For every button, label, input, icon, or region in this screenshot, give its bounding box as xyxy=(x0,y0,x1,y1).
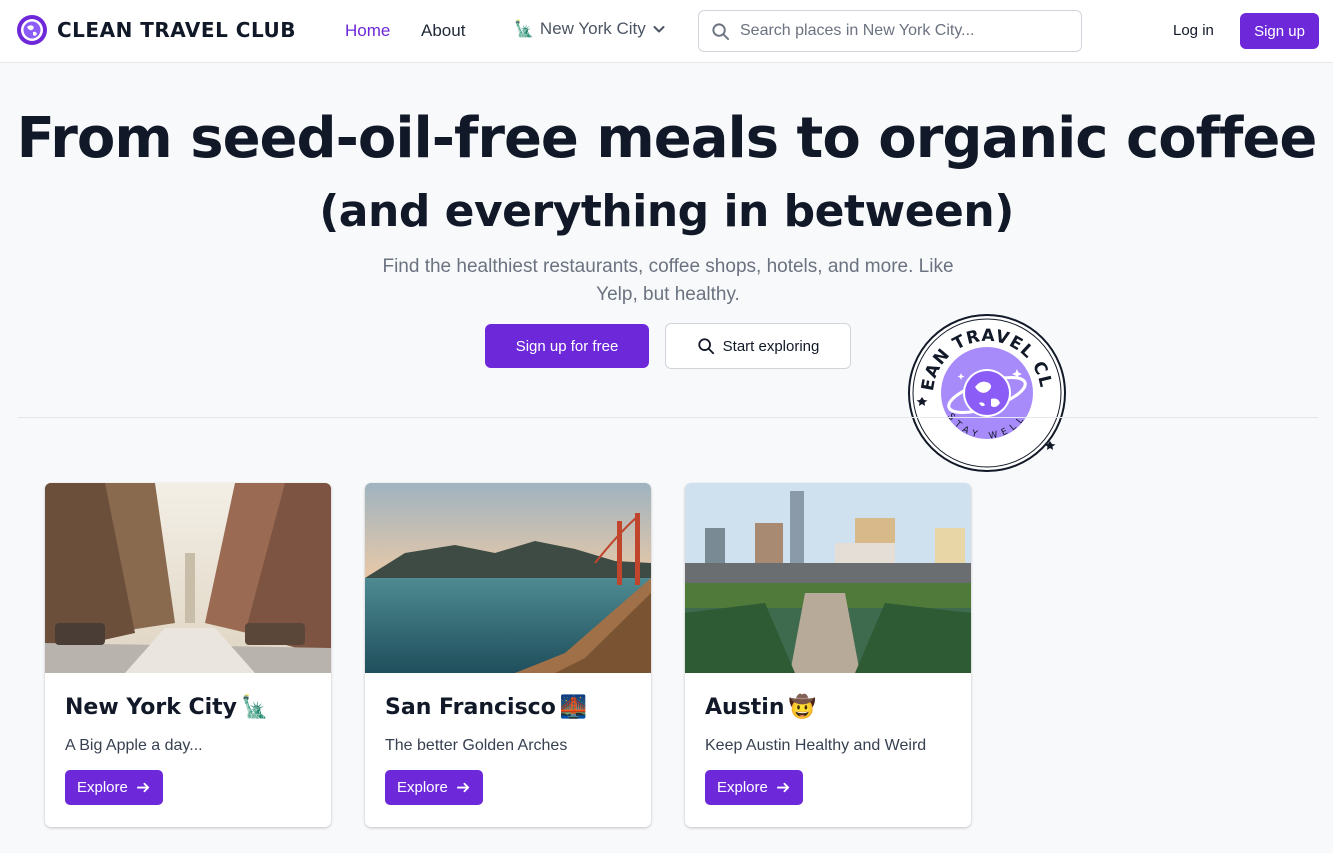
city-selector-label: New York City xyxy=(539,19,646,38)
nav-about-link[interactable]: About xyxy=(421,21,465,41)
signup-free-button[interactable]: Sign up for free xyxy=(485,324,649,368)
explore-new-york-button[interactable]: Explore xyxy=(65,770,163,805)
login-link[interactable]: Log in xyxy=(1173,22,1214,39)
hero-description: Find the healthiest restaurants, coffee … xyxy=(382,256,954,305)
signup-button[interactable]: Sign up xyxy=(1240,13,1319,49)
explore-label: Explore xyxy=(717,779,768,796)
city-card-title: Austin 🤠 xyxy=(705,695,816,720)
search-input[interactable] xyxy=(740,22,1060,40)
section-divider xyxy=(18,417,1318,418)
city-card-title: San Francisco 🌉 xyxy=(385,695,587,720)
chevron-down-icon xyxy=(653,26,665,33)
explore-label: Explore xyxy=(397,779,448,796)
clean-travel-club-seal: CLEAN TRAVEL CLUB STAY WELL xyxy=(905,311,1066,472)
new-york-street-photo xyxy=(45,483,331,673)
brand-logo[interactable]: CLEAN TRAVEL CLUB xyxy=(16,14,296,46)
start-exploring-label: Start exploring xyxy=(722,337,820,355)
cowboy-face-icon: 🤠 xyxy=(788,695,816,720)
arrow-right-icon xyxy=(136,782,149,793)
globe-icon xyxy=(17,15,47,45)
city-card-title: New York City 🗽 xyxy=(65,695,268,720)
top-navbar: CLEAN TRAVEL CLUB Home About 🗽 New York … xyxy=(0,0,1333,63)
statue-of-liberty-icon: 🗽 xyxy=(514,21,534,38)
hero-subtitle: (and everything in between) xyxy=(319,186,1014,237)
nav-home-link[interactable]: Home xyxy=(345,21,390,41)
search-icon xyxy=(697,338,714,355)
search-icon xyxy=(712,22,730,40)
arrow-right-icon xyxy=(456,782,469,793)
explore-label: Explore xyxy=(77,779,128,796)
search-box[interactable] xyxy=(698,10,1082,52)
city-card-new-york[interactable]: New York City 🗽 A Big Apple a day... Exp… xyxy=(45,483,331,827)
statue-of-liberty-icon: 🗽 xyxy=(241,695,269,720)
brand-name: CLEAN TRAVEL CLUB xyxy=(57,18,296,42)
city-name: Austin xyxy=(705,695,785,720)
arrow-right-icon xyxy=(776,782,789,793)
bridge-at-night-icon: 🌉 xyxy=(559,695,588,720)
city-card-austin[interactable]: Austin 🤠 Keep Austin Healthy and Weird E… xyxy=(685,483,971,827)
city-card-san-francisco[interactable]: San Francisco 🌉 The better Golden Arches… xyxy=(365,483,651,827)
explore-austin-button[interactable]: Explore xyxy=(705,770,803,805)
austin-skyline-photo xyxy=(685,483,971,673)
city-tagline: Keep Austin Healthy and Weird xyxy=(705,737,927,754)
city-name: New York City xyxy=(65,695,238,720)
city-tagline: The better Golden Arches xyxy=(385,737,568,754)
city-selector[interactable]: 🗽 New York City xyxy=(514,19,666,39)
city-name: San Francisco xyxy=(385,695,556,720)
start-exploring-button[interactable]: Start exploring xyxy=(665,323,851,369)
city-tagline: A Big Apple a day... xyxy=(65,737,203,754)
hero-title: From seed-oil-free meals to organic coff… xyxy=(16,106,1318,171)
explore-san-francisco-button[interactable]: Explore xyxy=(385,770,483,805)
san-francisco-bay-photo xyxy=(365,483,651,673)
